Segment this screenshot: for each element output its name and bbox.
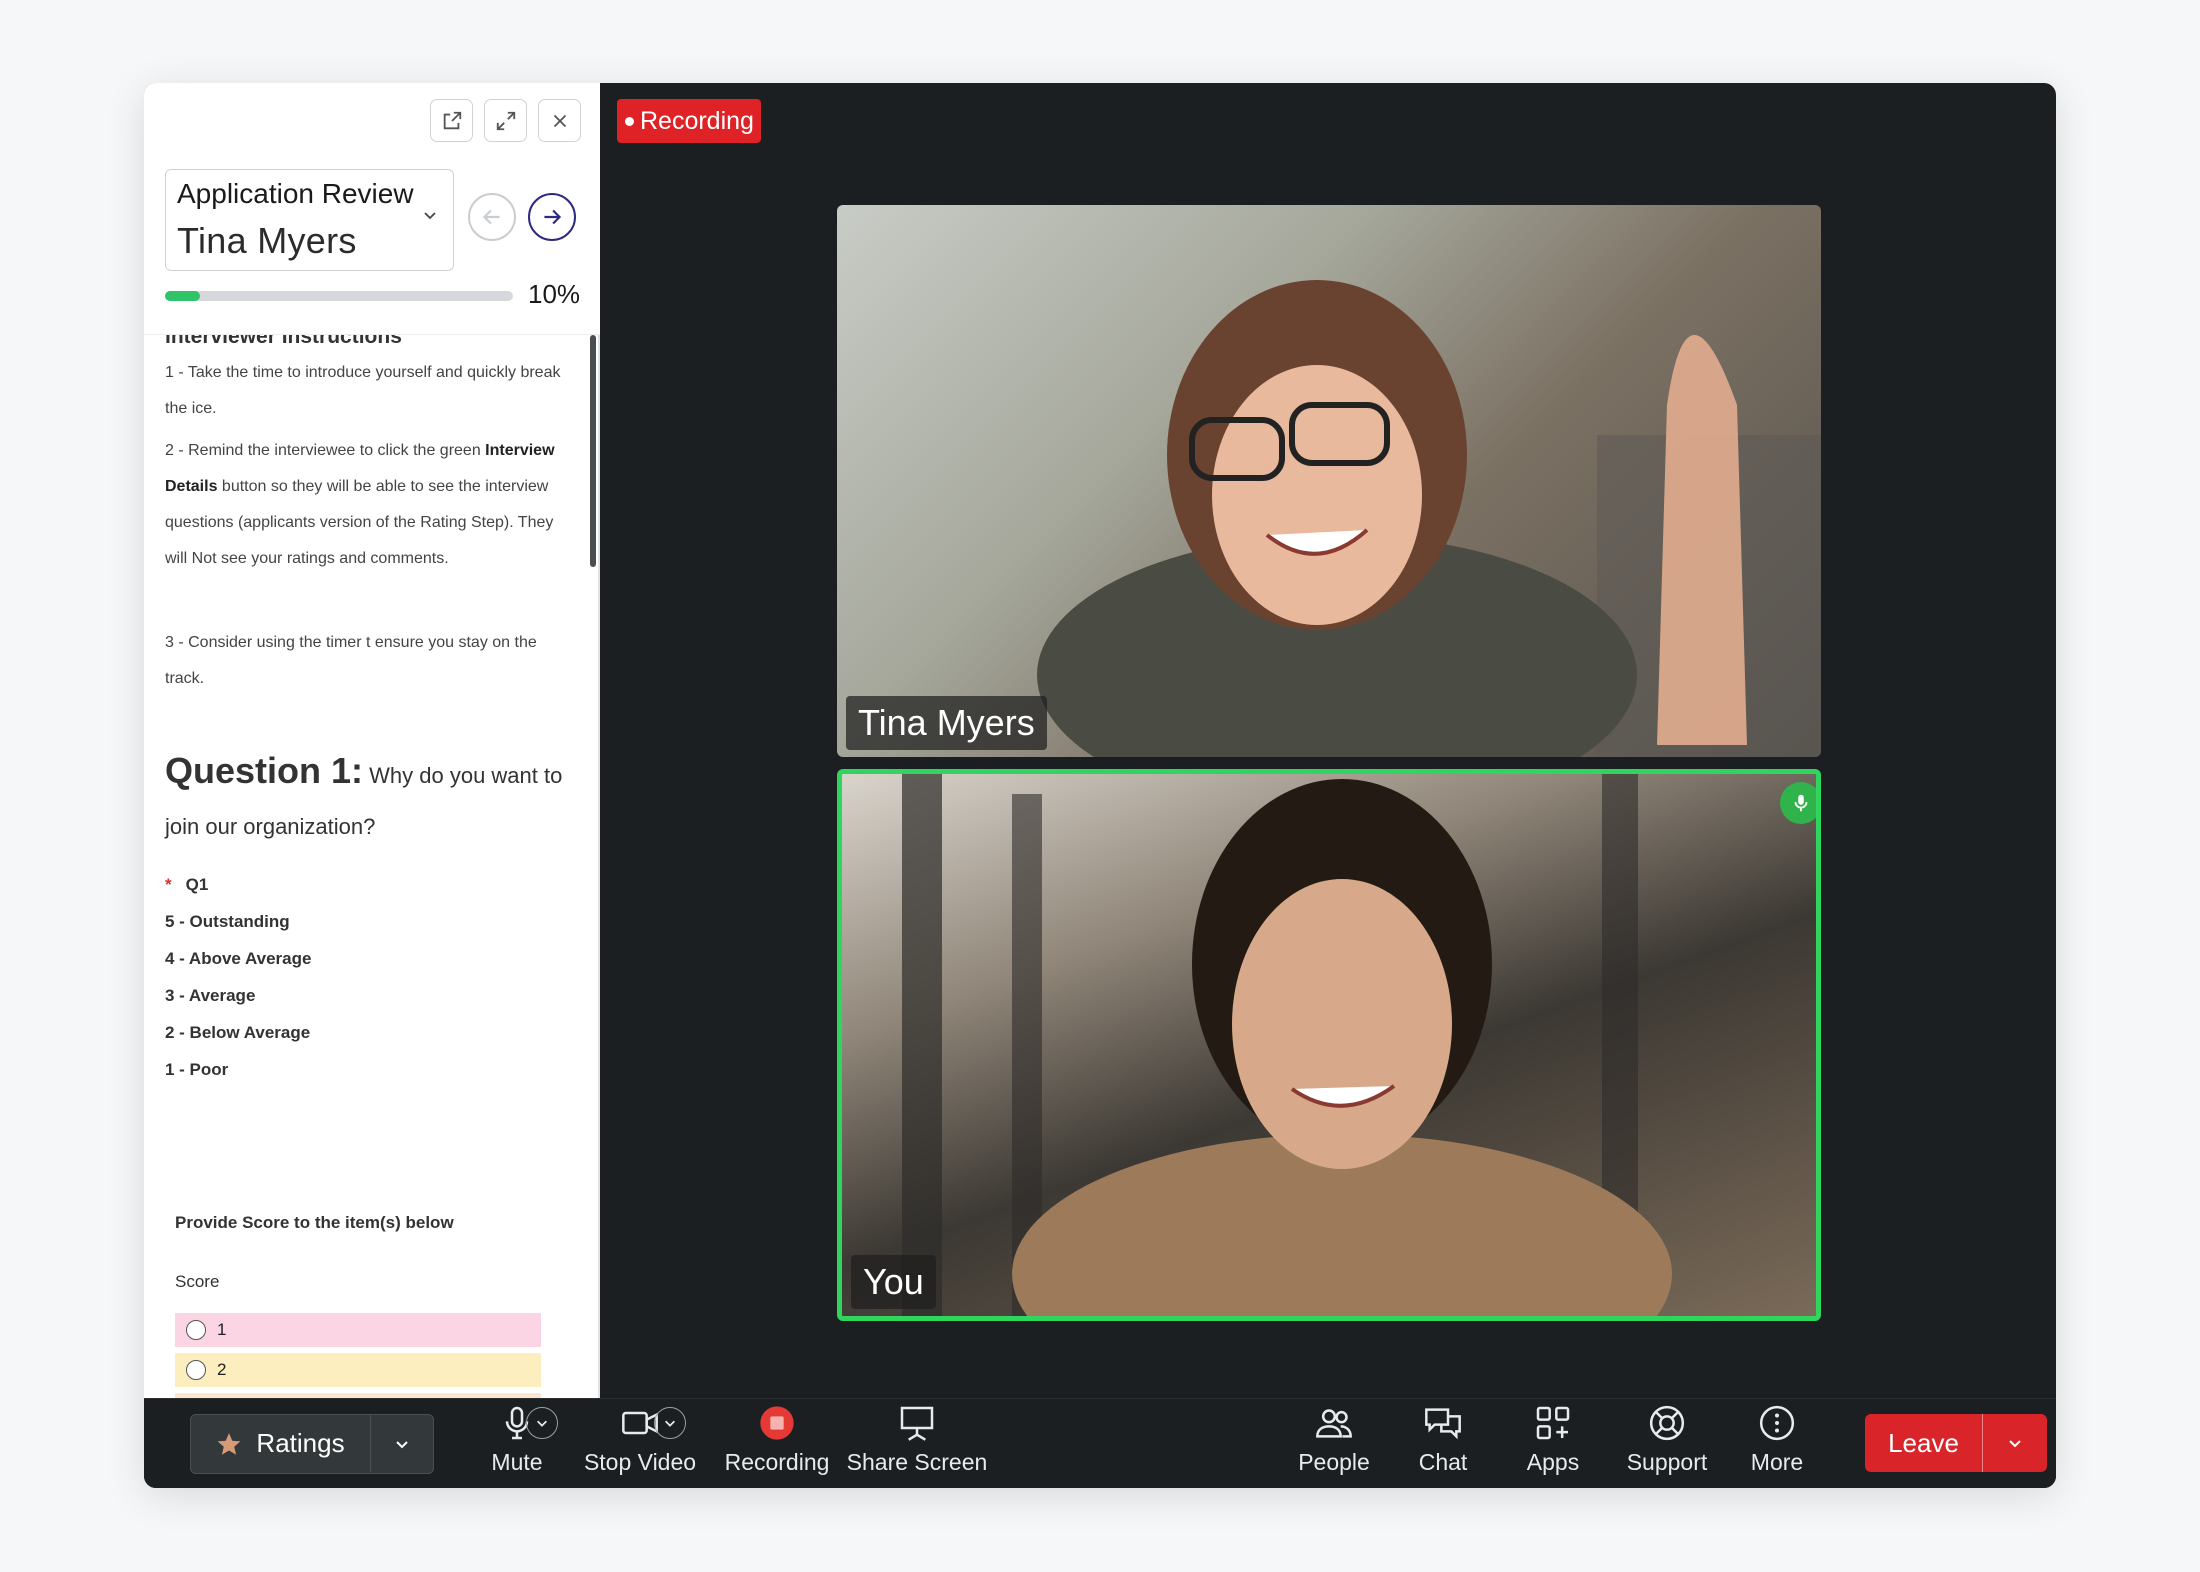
select-label: Application Review xyxy=(177,178,414,209)
panel-header: Application Review Tina Myers 10% xyxy=(144,83,600,335)
support-label: Support xyxy=(1626,1449,1708,1475)
apps-button[interactable]: Apps xyxy=(1508,1403,1598,1487)
rating-title: * Q1 xyxy=(165,875,208,895)
record-icon xyxy=(760,1406,794,1440)
recording-badge: Recording xyxy=(617,99,761,143)
apps-label: Apps xyxy=(1526,1449,1580,1475)
recording-dot xyxy=(625,116,634,126)
leave-button[interactable]: Leave xyxy=(1865,1414,1983,1472)
stop-video-label: Stop Video xyxy=(583,1449,697,1475)
speaking-indicator xyxy=(1780,782,1816,824)
score-option-label: 1 xyxy=(217,1320,227,1339)
support-button[interactable]: Support xyxy=(1610,1403,1724,1487)
score-label: Score xyxy=(175,1272,220,1291)
instruction-1: 1 - Take the time to introduce yourself … xyxy=(165,364,561,417)
rating-scale-item: 1 - Poor xyxy=(165,1060,229,1079)
progress-percent: 10% xyxy=(528,279,581,309)
rating-scale-item: 4 - Above Average xyxy=(165,949,312,968)
share-screen-button[interactable]: Share Screen xyxy=(837,1403,997,1487)
people-icon xyxy=(1316,1409,1352,1438)
select-value: Tina Myers xyxy=(177,220,357,261)
more-button[interactable]: More xyxy=(1734,1403,1820,1487)
chat-label: Chat xyxy=(1418,1449,1468,1475)
share-screen-icon xyxy=(900,1406,934,1441)
score-option-label: 2 xyxy=(217,1360,227,1379)
chevron-down-icon xyxy=(424,212,436,220)
chevron-down-icon xyxy=(396,1440,408,1448)
instruction-3: 3 - Consider using the timer t ensure yo… xyxy=(165,634,537,687)
rating-scale-item: 2 - Below Average xyxy=(165,1023,311,1042)
panel-scrollbar[interactable] xyxy=(590,335,596,567)
rating-scale-item: 5 - Outstanding xyxy=(165,912,290,931)
popout-button[interactable] xyxy=(430,99,473,142)
instructions-heading: Interviewer Instructions xyxy=(165,335,402,348)
recording-button[interactable]: Recording xyxy=(707,1403,847,1487)
self-video-image xyxy=(902,774,1672,1316)
meeting-toolbar: Ratings Mute Stop Video Recording Share xyxy=(144,1398,2056,1488)
self-name-tag: You xyxy=(851,1255,936,1309)
chevron-down-icon xyxy=(537,1420,547,1427)
more-label: More xyxy=(1750,1449,1804,1475)
recording-label: Recording xyxy=(724,1449,830,1475)
more-options-icon xyxy=(1759,1405,1795,1441)
star-icon xyxy=(218,1432,241,1455)
review-progress-bar xyxy=(165,291,513,301)
self-view-tile[interactable]: You xyxy=(837,769,1821,1321)
chat-icon xyxy=(1425,1408,1461,1440)
microphone-icon xyxy=(1794,794,1808,812)
instruction-2-prefix: 2 - Remind the interviewee to click the … xyxy=(165,442,486,459)
close-panel-button[interactable] xyxy=(538,99,581,142)
share-screen-label: Share Screen xyxy=(846,1449,988,1475)
chevron-down-icon xyxy=(2009,1440,2021,1448)
leave-button-group: Leave xyxy=(1865,1414,2047,1472)
chat-button[interactable]: Chat xyxy=(1398,1403,1488,1487)
external-link-icon xyxy=(443,111,461,129)
expand-button[interactable] xyxy=(484,99,527,142)
participant-video-image xyxy=(1037,280,1821,757)
lifebuoy-icon xyxy=(1649,1405,1685,1441)
close-icon xyxy=(553,114,566,127)
recording-badge-label: Recording xyxy=(640,106,754,135)
audio-options-button[interactable] xyxy=(526,1407,558,1439)
previous-applicant-button[interactable] xyxy=(468,193,516,241)
people-label: People xyxy=(1298,1449,1370,1475)
expand-icon xyxy=(496,111,515,130)
participant-tile[interactable]: Tina Myers xyxy=(837,205,1821,757)
people-button[interactable]: People xyxy=(1282,1403,1386,1487)
progress-fill xyxy=(165,291,200,301)
question-title: Question 1: Why do you want to join our … xyxy=(165,747,565,854)
chevron-down-icon xyxy=(665,1420,675,1427)
mute-label: Mute xyxy=(491,1449,543,1475)
score-option-1[interactable]: 1 xyxy=(175,1313,541,1347)
applicant-select[interactable]: Application Review Tina Myers xyxy=(165,169,454,271)
rating-scale-item: 3 - Average xyxy=(165,986,256,1005)
ratings-label: Ratings xyxy=(256,1428,345,1458)
rating-title-text: Q1 xyxy=(185,875,209,894)
meeting-window: Application Review Tina Myers 10% Interv… xyxy=(144,83,2056,1488)
panel-content: Interviewer Instructions 1 - Take the ti… xyxy=(144,335,598,1398)
score-prompt: Provide Score to the item(s) below xyxy=(175,1213,454,1232)
radio-button[interactable] xyxy=(186,1360,206,1380)
score-option-2[interactable]: 2 xyxy=(175,1353,541,1387)
participant-name-tag: Tina Myers xyxy=(846,696,1047,750)
leave-dropdown-button[interactable] xyxy=(1983,1414,2047,1472)
ratings-button-group: Ratings xyxy=(190,1414,434,1474)
review-panel: Application Review Tina Myers 10% Interv… xyxy=(144,83,600,1398)
instruction-2: 2 - Remind the interviewee to click the … xyxy=(165,433,565,577)
instruction-2-suffix: button so they will be able to see the i… xyxy=(165,478,554,567)
question-number: Question 1: xyxy=(165,750,364,791)
ratings-button[interactable]: Ratings xyxy=(191,1415,371,1472)
radio-button[interactable] xyxy=(186,1320,206,1340)
next-applicant-button[interactable] xyxy=(528,193,576,241)
ratings-dropdown-button[interactable] xyxy=(371,1415,433,1472)
arrow-right-icon xyxy=(544,209,562,225)
arrow-left-icon xyxy=(482,209,500,225)
required-marker: * xyxy=(165,875,172,894)
stop-video-button[interactable]: Stop Video xyxy=(570,1403,710,1487)
video-options-button[interactable] xyxy=(654,1407,686,1439)
apps-icon xyxy=(1536,1406,1570,1440)
